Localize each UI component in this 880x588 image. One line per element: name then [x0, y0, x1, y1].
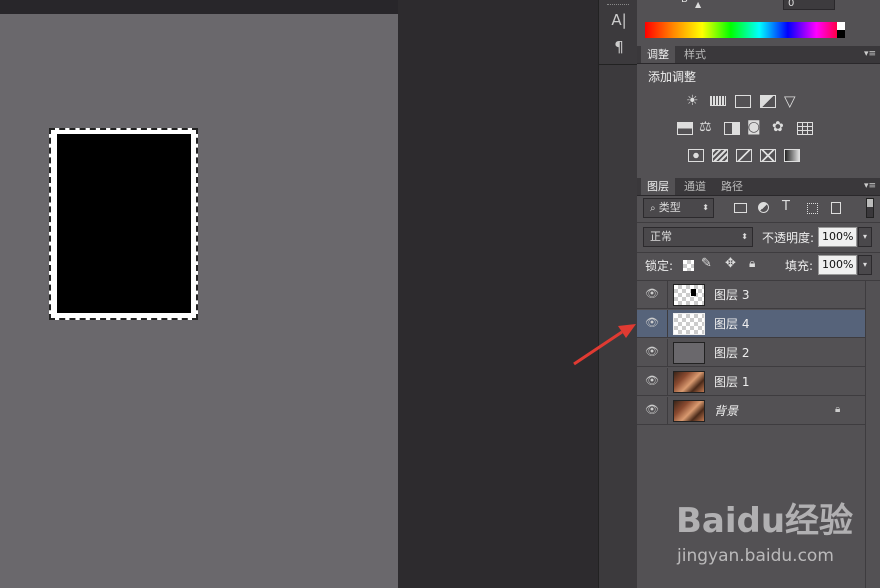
eye-icon[interactable]: 👁︎: [645, 316, 659, 330]
b-value-field[interactable]: 0: [783, 0, 835, 10]
lock-pixels-icon[interactable]: ✎: [701, 256, 712, 271]
red-arrow-annotation: [573, 324, 636, 366]
fill-label: 填充:: [785, 259, 814, 273]
layer-row-background[interactable]: 👁︎ 背景 🔒︎: [637, 397, 865, 425]
levels-icon[interactable]: [710, 96, 726, 106]
layer-row-1[interactable]: 👁︎ 图层 1: [637, 368, 865, 396]
panel-menu-icon[interactable]: ▾≡: [864, 181, 876, 191]
color-balance-icon[interactable]: ⚖: [699, 119, 712, 135]
lock-icon: 🔒︎: [835, 404, 841, 415]
vibrance-icon[interactable]: ▽: [784, 92, 796, 110]
fill-dropdown-icon[interactable]: ▾: [858, 255, 872, 275]
adjustments-title: 添加调整: [648, 70, 697, 84]
tab-adjustments[interactable]: 调整: [641, 46, 675, 63]
baidu-watermark-logo: Baidu经验: [676, 501, 854, 541]
filter-kind-select[interactable]: ⌕ 类型 ⬍: [643, 198, 714, 218]
search-icon: ⌕: [650, 203, 659, 214]
filter-pixel-icon[interactable]: [734, 203, 747, 213]
grip: [607, 0, 629, 5]
adjustments-tabbar: 调整 样式 ▾≡: [637, 46, 880, 64]
character-panel-icon[interactable]: A|: [609, 10, 629, 30]
filter-kind-label: 类型: [658, 201, 681, 214]
threshold-icon[interactable]: [736, 149, 752, 162]
layer-thumbnail: [673, 313, 705, 335]
eye-icon[interactable]: 👁︎: [645, 374, 659, 388]
hue-saturation-icon[interactable]: [677, 122, 693, 135]
layer-row-3[interactable]: 👁︎ 图层 3: [637, 281, 865, 309]
tab-paths[interactable]: 路径: [715, 178, 749, 195]
paragraph-panel-icon[interactable]: ¶: [609, 37, 629, 57]
lock-position-icon[interactable]: ✥: [725, 256, 736, 271]
filter-smartobject-icon[interactable]: [831, 202, 841, 214]
filter-toggle[interactable]: [866, 198, 874, 218]
workspace-background: [398, 0, 598, 588]
layer-scrollbar[interactable]: [865, 281, 880, 588]
layer-row-2[interactable]: 👁︎ 图层 2: [637, 339, 865, 367]
filter-type-icon[interactable]: T: [782, 199, 790, 214]
layer-name[interactable]: 图层 4: [714, 310, 749, 338]
opacity-dropdown-icon[interactable]: ▾: [858, 227, 872, 247]
b-label: B: [681, 0, 688, 5]
updown-icon: ⬍: [702, 203, 709, 212]
opacity-input[interactable]: 100%: [818, 227, 857, 247]
lock-all-icon[interactable]: 🔒︎: [749, 256, 755, 271]
eye-icon[interactable]: 👁︎: [645, 345, 659, 359]
filter-shape-icon[interactable]: [807, 203, 818, 214]
divider: [637, 252, 880, 253]
color-ramp[interactable]: [645, 22, 845, 38]
color-lookup-icon[interactable]: [797, 122, 813, 135]
layer-thumbnail: [673, 284, 705, 306]
photo-filter-icon[interactable]: ◙: [747, 119, 761, 135]
layer-thumbnail: [673, 342, 705, 364]
lock-transparency-icon[interactable]: [683, 260, 694, 271]
curves-icon[interactable]: [735, 95, 751, 108]
blend-mode-label: 正常: [650, 230, 672, 243]
opacity-label: 不透明度:: [762, 231, 815, 245]
layers-tabbar: 图层 通道 路径 ▾≡: [637, 178, 880, 196]
exposure-icon[interactable]: [760, 95, 776, 108]
tab-styles[interactable]: 样式: [678, 46, 712, 63]
panel-menu-icon[interactable]: ▾≡: [864, 49, 876, 59]
tab-layers[interactable]: 图层: [641, 178, 675, 195]
eye-icon[interactable]: 👁︎: [645, 403, 659, 417]
layer-name[interactable]: 图层 1: [714, 368, 749, 396]
gradient-map-icon[interactable]: [784, 149, 800, 162]
eye-icon[interactable]: 👁︎: [645, 287, 659, 301]
tab-channels[interactable]: 通道: [678, 178, 712, 195]
blend-mode-select[interactable]: 正常 ⬍: [643, 227, 753, 247]
color-panel: B ▲ 0: [637, 0, 880, 44]
channel-mixer-icon[interactable]: ✿: [772, 119, 784, 135]
fill-input[interactable]: 100%: [818, 255, 857, 275]
layer-thumbnail: [673, 400, 705, 422]
layer-name[interactable]: 图层 2: [714, 339, 749, 367]
layer-row-4[interactable]: 👁︎ 图层 4: [637, 310, 865, 338]
invert-icon[interactable]: [688, 149, 704, 162]
divider: [599, 64, 637, 65]
lock-label: 锁定:: [645, 259, 674, 273]
posterize-icon[interactable]: [712, 149, 728, 162]
baidu-watermark-url: jingyan.baidu.com: [677, 546, 834, 566]
layer-list: 👁︎ 图层 3 👁︎ 图层 4 👁︎ 图层 2 👁︎ 图层 1 👁︎ 背景 🔒︎: [637, 281, 865, 427]
divider: [637, 222, 880, 223]
brightness-icon[interactable]: ☀: [686, 93, 699, 109]
selective-color-icon[interactable]: [760, 149, 776, 162]
slider-triangle-icon[interactable]: ▲: [695, 0, 701, 9]
layer-name[interactable]: 图层 3: [714, 281, 749, 309]
black-white-icon[interactable]: [724, 122, 740, 135]
layer-name[interactable]: 背景: [714, 397, 738, 425]
panel-toolstrip: A| ¶: [598, 0, 638, 588]
filter-adjustment-icon[interactable]: [758, 202, 769, 213]
adjustments-panel: 调整 样式 ▾≡ 添加调整 ☀ ▽ ⚖ ◙ ✿: [637, 46, 880, 172]
updown-icon: ⬍: [741, 232, 748, 241]
layer-thumbnail: [673, 371, 705, 393]
black-rectangle: [57, 134, 191, 313]
